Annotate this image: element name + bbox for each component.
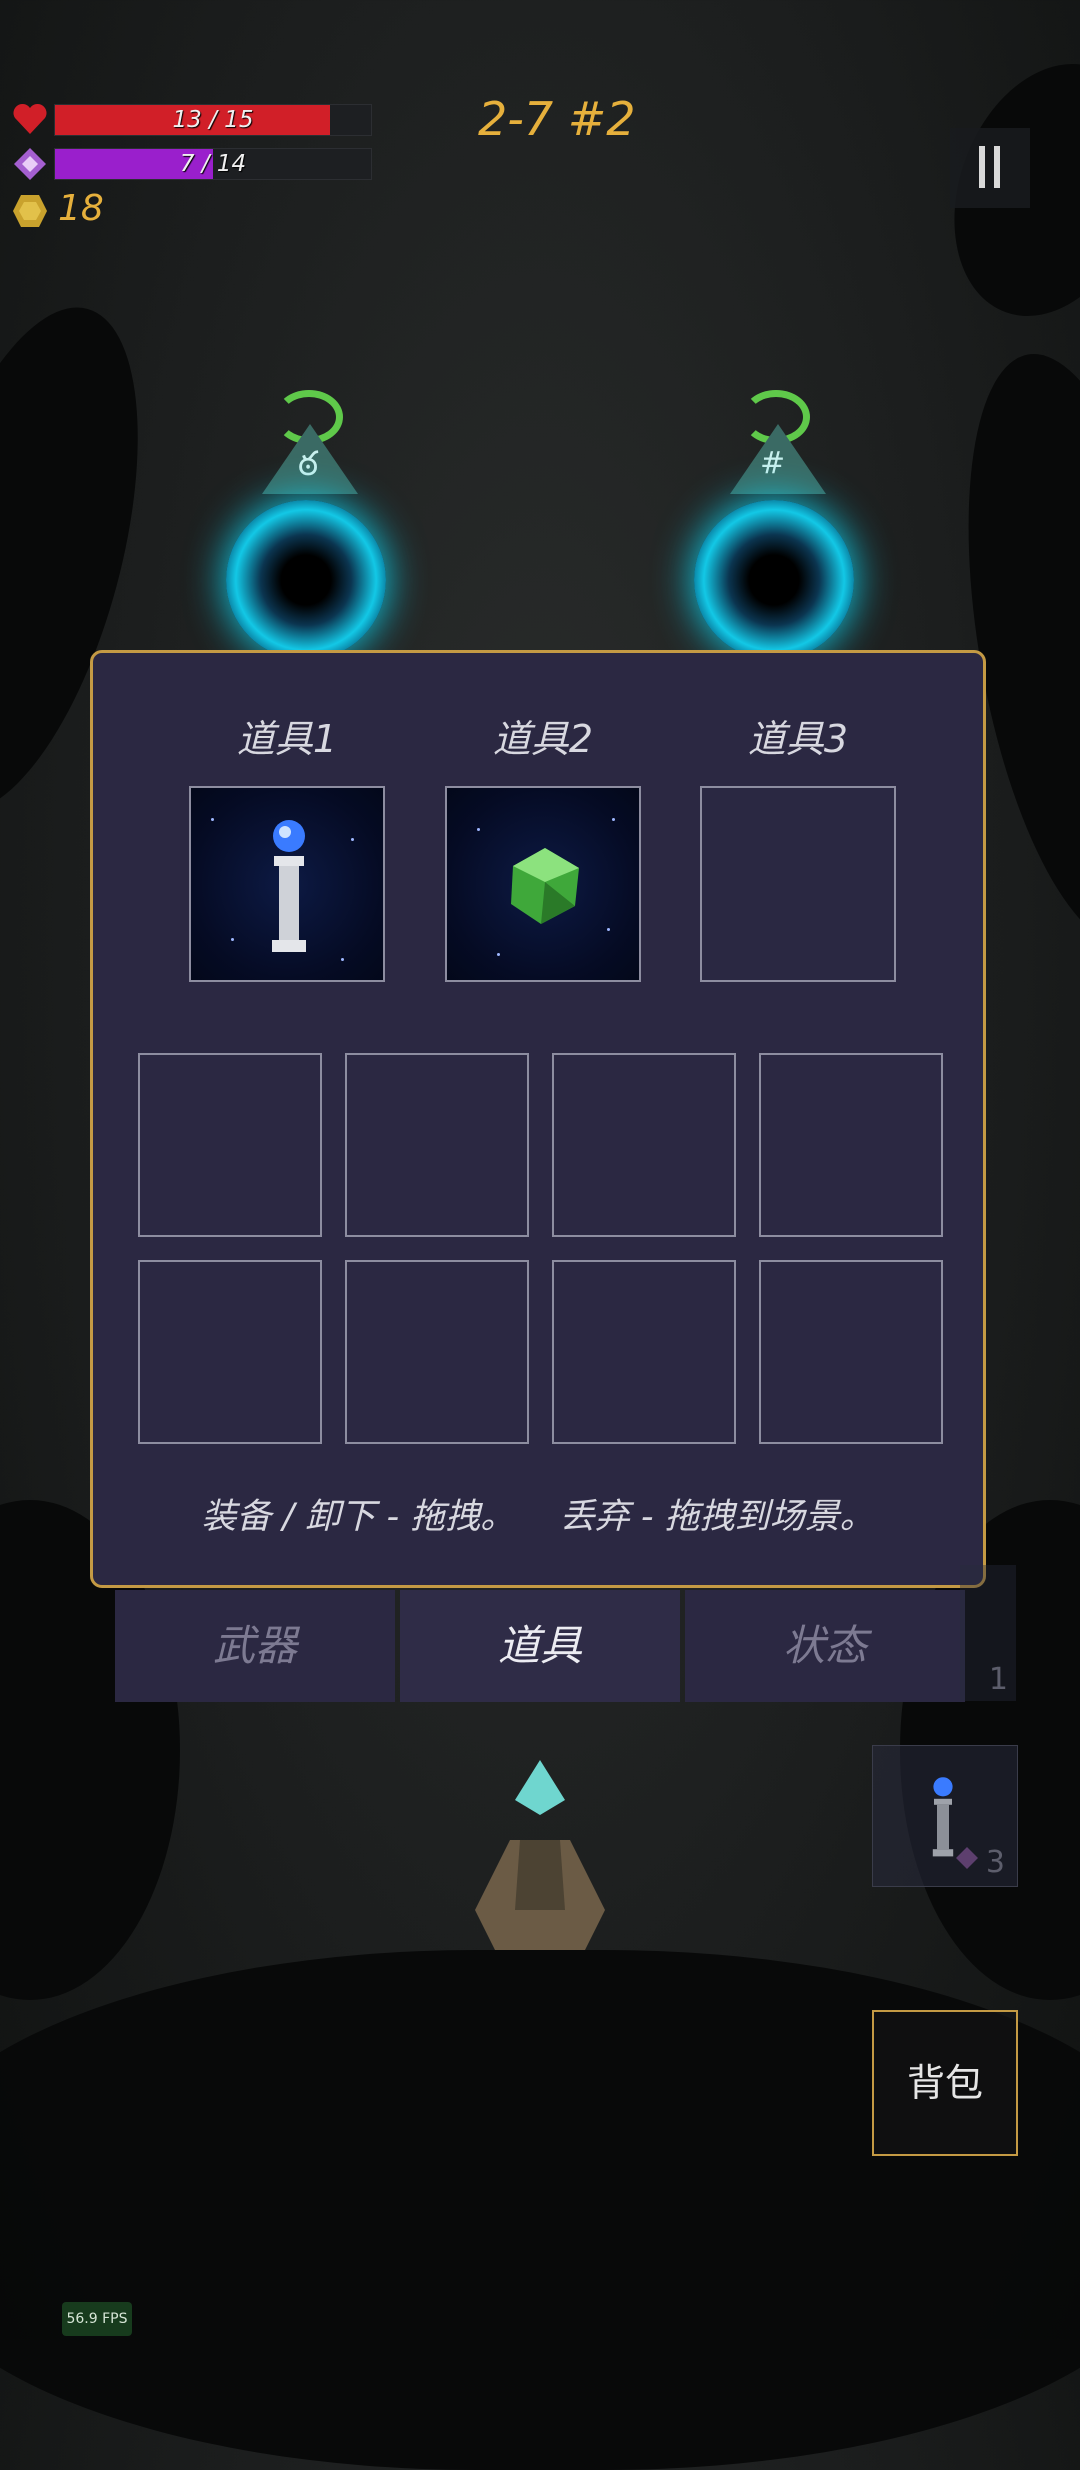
inventory-hint: 装备 / 卸下 - 拖拽。 丢弃 - 拖拽到场景。 <box>201 1497 875 1537</box>
coin-count: 18 <box>58 188 104 229</box>
portal-left[interactable] <box>226 500 386 660</box>
tab-weapons[interactable]: 武器 <box>115 1590 395 1702</box>
green-gem-icon <box>505 846 585 930</box>
equip-slot-label-1: 道具1 <box>236 717 338 761</box>
quick-slot-count: 3 <box>985 1845 1005 1880</box>
rune-hash-icon: # <box>760 446 786 481</box>
equip-slot-2[interactable] <box>445 786 641 982</box>
bag-slot-5[interactable] <box>138 1260 322 1444</box>
bag-slot-7[interactable] <box>552 1260 736 1444</box>
tab-items[interactable]: 道具 <box>400 1590 680 1702</box>
coin-icon <box>12 194 48 232</box>
crystal-pillar-icon <box>928 1768 958 1872</box>
mana-text: 7 / 14 <box>179 151 247 177</box>
bag-slot-4[interactable] <box>759 1053 943 1237</box>
pause-button[interactable] <box>950 128 1030 208</box>
crystal-pillar-icon <box>264 818 314 962</box>
mana-crystal-icon <box>12 147 48 185</box>
inventory-panel: 道具1 道具2 道具3 装备 / 卸下 - 拖拽。 丢弃 - 拖拽到场景。 <box>90 650 986 1588</box>
backpack-button[interactable]: 背包 <box>872 2010 1018 2156</box>
equip-slot-label-3: 道具3 <box>747 717 849 761</box>
mana-cost-icon <box>955 1846 979 1874</box>
portal-right[interactable] <box>694 500 854 660</box>
quick-slot-item[interactable]: 3 <box>872 1745 1018 1887</box>
tab-status[interactable]: 状态 <box>685 1590 965 1702</box>
rune-swirl-icon: ఠ <box>298 444 319 484</box>
quick-slot-top[interactable]: 1 <box>960 1565 1016 1701</box>
altar-icon <box>465 1760 615 1950</box>
bag-slot-8[interactable] <box>759 1260 943 1444</box>
fps-counter: 56.9 FPS <box>62 2302 132 2336</box>
bag-slot-3[interactable] <box>552 1053 736 1237</box>
equip-slot-label-2: 道具2 <box>492 717 594 761</box>
quick-slot-count: 1 <box>988 1662 1008 1697</box>
bag-slot-1[interactable] <box>138 1053 322 1237</box>
bag-slot-2[interactable] <box>345 1053 529 1237</box>
equip-slot-1[interactable] <box>189 786 385 982</box>
heart-icon <box>12 103 48 139</box>
health-text: 13 / 15 <box>172 107 254 133</box>
level-indicator: 2-7 #2 <box>478 92 636 146</box>
bag-slot-6[interactable] <box>345 1260 529 1444</box>
equip-slot-3[interactable] <box>700 786 896 982</box>
